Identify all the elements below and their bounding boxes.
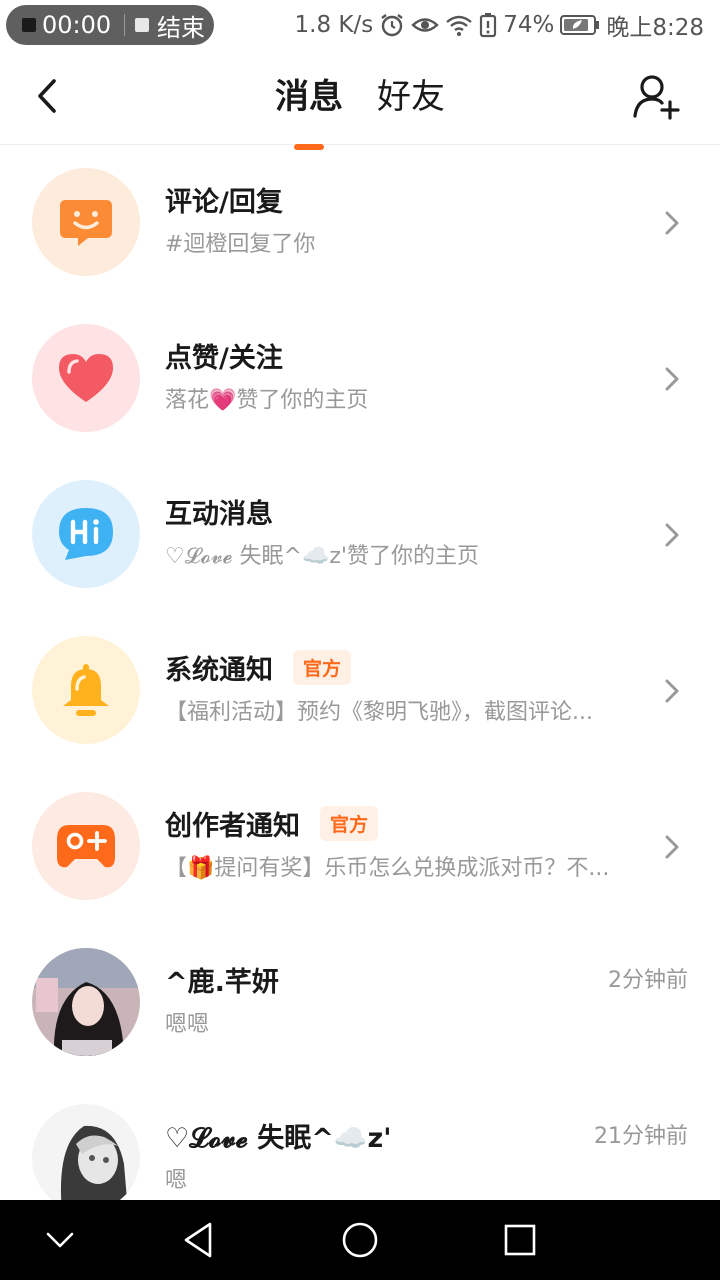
chevron-right-icon <box>665 835 679 859</box>
row-title-text: 创作者通知 <box>165 811 300 842</box>
row-title-text: 评论/回复 <box>165 187 283 218</box>
row-subtitle: ♡𝓛𝓸𝓿𝓮 失眠^☁️z'赞了你的主页 <box>165 544 479 569</box>
battery-alert-icon <box>480 13 497 38</box>
stop-icon <box>135 18 149 32</box>
tab-friends-label: 好友 <box>377 77 445 117</box>
message-time: 21分钟前 <box>594 1124 688 1149</box>
top-header: 消息 好友 <box>0 50 720 150</box>
clock-time: 晚上8:28 <box>606 15 704 41</box>
home-circle-icon[interactable] <box>340 1220 380 1260</box>
row-title-text: 系统通知 <box>165 655 273 686</box>
back-icon[interactable] <box>28 76 68 116</box>
chevron-right-icon <box>665 367 679 391</box>
tab-messages-label: 消息 <box>275 77 343 117</box>
add-friend-icon[interactable] <box>632 72 682 122</box>
tab-bar: 消息 好友 <box>275 74 445 150</box>
message-list: 评论/回复 #迴橙回复了你 点赞/关注 落花💗赞了你的主页 互动消息 ♡𝓛𝓸𝓿𝓮… <box>0 146 720 1238</box>
bell-icon <box>63 664 109 716</box>
battery-icon <box>560 15 600 35</box>
screen-recording-pill[interactable]: 00:00 结束 <box>6 5 214 45</box>
row-subtitle: 落花💗赞了你的主页 <box>165 388 369 413</box>
battery-percent: 74% <box>503 12 555 38</box>
chevron-right-icon <box>665 679 679 703</box>
row-title: 点赞/关注 <box>165 336 283 375</box>
notification-row-interactions[interactable]: 互动消息 ♡𝓛𝓸𝓿𝓮 失眠^☁️z'赞了你的主页 <box>0 458 720 614</box>
notification-row-system[interactable]: 系统通知 官方 【福利活动】预约《黎明飞驰》，截图评论... <box>0 614 720 770</box>
message-time: 2分钟前 <box>608 968 688 993</box>
row-title-text: 互动消息 <box>165 499 273 530</box>
record-stop-label[interactable]: 结束 <box>157 8 205 43</box>
notification-row-likes[interactable]: 点赞/关注 落花💗赞了你的主页 <box>0 302 720 458</box>
system-category-badge <box>32 636 140 744</box>
contact-name: ^鹿.芊妍 <box>165 960 279 999</box>
conversation-row[interactable]: ^鹿.芊妍 嗯嗯 2分钟前 <box>0 926 720 1082</box>
row-subtitle: #迴橙回复了你 <box>165 232 316 257</box>
smile-chat-icon <box>60 200 112 246</box>
system-navigation-bar <box>0 1200 720 1280</box>
chevron-right-icon <box>665 211 679 235</box>
back-triangle-icon[interactable] <box>180 1220 220 1260</box>
status-bar: 00:00 结束 1.8 K/s 74% 晚上8:28 <box>0 0 720 50</box>
row-title: 创作者通知 官方 <box>165 804 379 843</box>
hide-keyboard-icon[interactable] <box>40 1220 80 1260</box>
avatar-photo <box>32 948 140 1056</box>
divider <box>124 14 125 36</box>
recent-apps-icon[interactable] <box>500 1220 540 1260</box>
notification-row-creator[interactable]: 创作者通知 官方 【🎁提问有奖】乐币怎么兑换成派对币？不... <box>0 770 720 926</box>
row-title-text: 点赞/关注 <box>165 343 283 374</box>
interaction-category-badge <box>32 480 140 588</box>
alarm-icon <box>381 14 403 37</box>
row-subtitle: 【🎁提问有奖】乐币怎么兑换成派对币？不... <box>165 856 610 881</box>
avatar-photo <box>32 1104 140 1212</box>
record-time: 00:00 <box>42 11 112 39</box>
contact-name-text: ^鹿.芊妍 <box>165 967 279 998</box>
hi-chat-icon <box>59 508 113 560</box>
creator-category-badge <box>32 792 140 900</box>
heart-icon <box>59 354 113 402</box>
status-icons: 1.8 K/s 74% 晚上8:28 <box>295 8 704 42</box>
notification-row-comments[interactable]: 评论/回复 #迴橙回复了你 <box>0 146 720 302</box>
chevron-right-icon <box>665 523 679 547</box>
likes-category-badge <box>32 324 140 432</box>
tab-messages[interactable]: 消息 <box>275 74 343 150</box>
contact-name-text: ♡𝓛𝓸𝓿𝓮 失眠^☁️z' <box>165 1123 392 1154</box>
messages-screen: 00:00 结束 1.8 K/s 74% 晚上8:28 消息 好友 评论/回复 … <box>0 0 720 1280</box>
avatar <box>32 948 140 1056</box>
row-title: 系统通知 官方 <box>165 648 352 687</box>
contact-name: ♡𝓛𝓸𝓿𝓮 失眠^☁️z' <box>165 1116 392 1155</box>
wifi-icon <box>446 15 472 36</box>
tab-friends[interactable]: 好友 <box>377 74 445 120</box>
comment-category-badge <box>32 168 140 276</box>
record-icon <box>22 18 36 32</box>
row-subtitle: 【福利活动】预约《黎明飞驰》，截图评论... <box>165 700 593 725</box>
row-title: 互动消息 <box>165 492 273 531</box>
eye-icon <box>411 18 439 32</box>
official-badge: 官方 <box>320 806 379 841</box>
net-speed: 1.8 K/s <box>294 12 374 38</box>
row-title: 评论/回复 <box>165 180 283 219</box>
official-badge: 官方 <box>293 650 352 685</box>
last-message: 嗯嗯 <box>165 1012 210 1037</box>
avatar <box>32 1104 140 1212</box>
gamepad-icon <box>57 825 115 868</box>
last-message: 嗯 <box>165 1168 188 1193</box>
